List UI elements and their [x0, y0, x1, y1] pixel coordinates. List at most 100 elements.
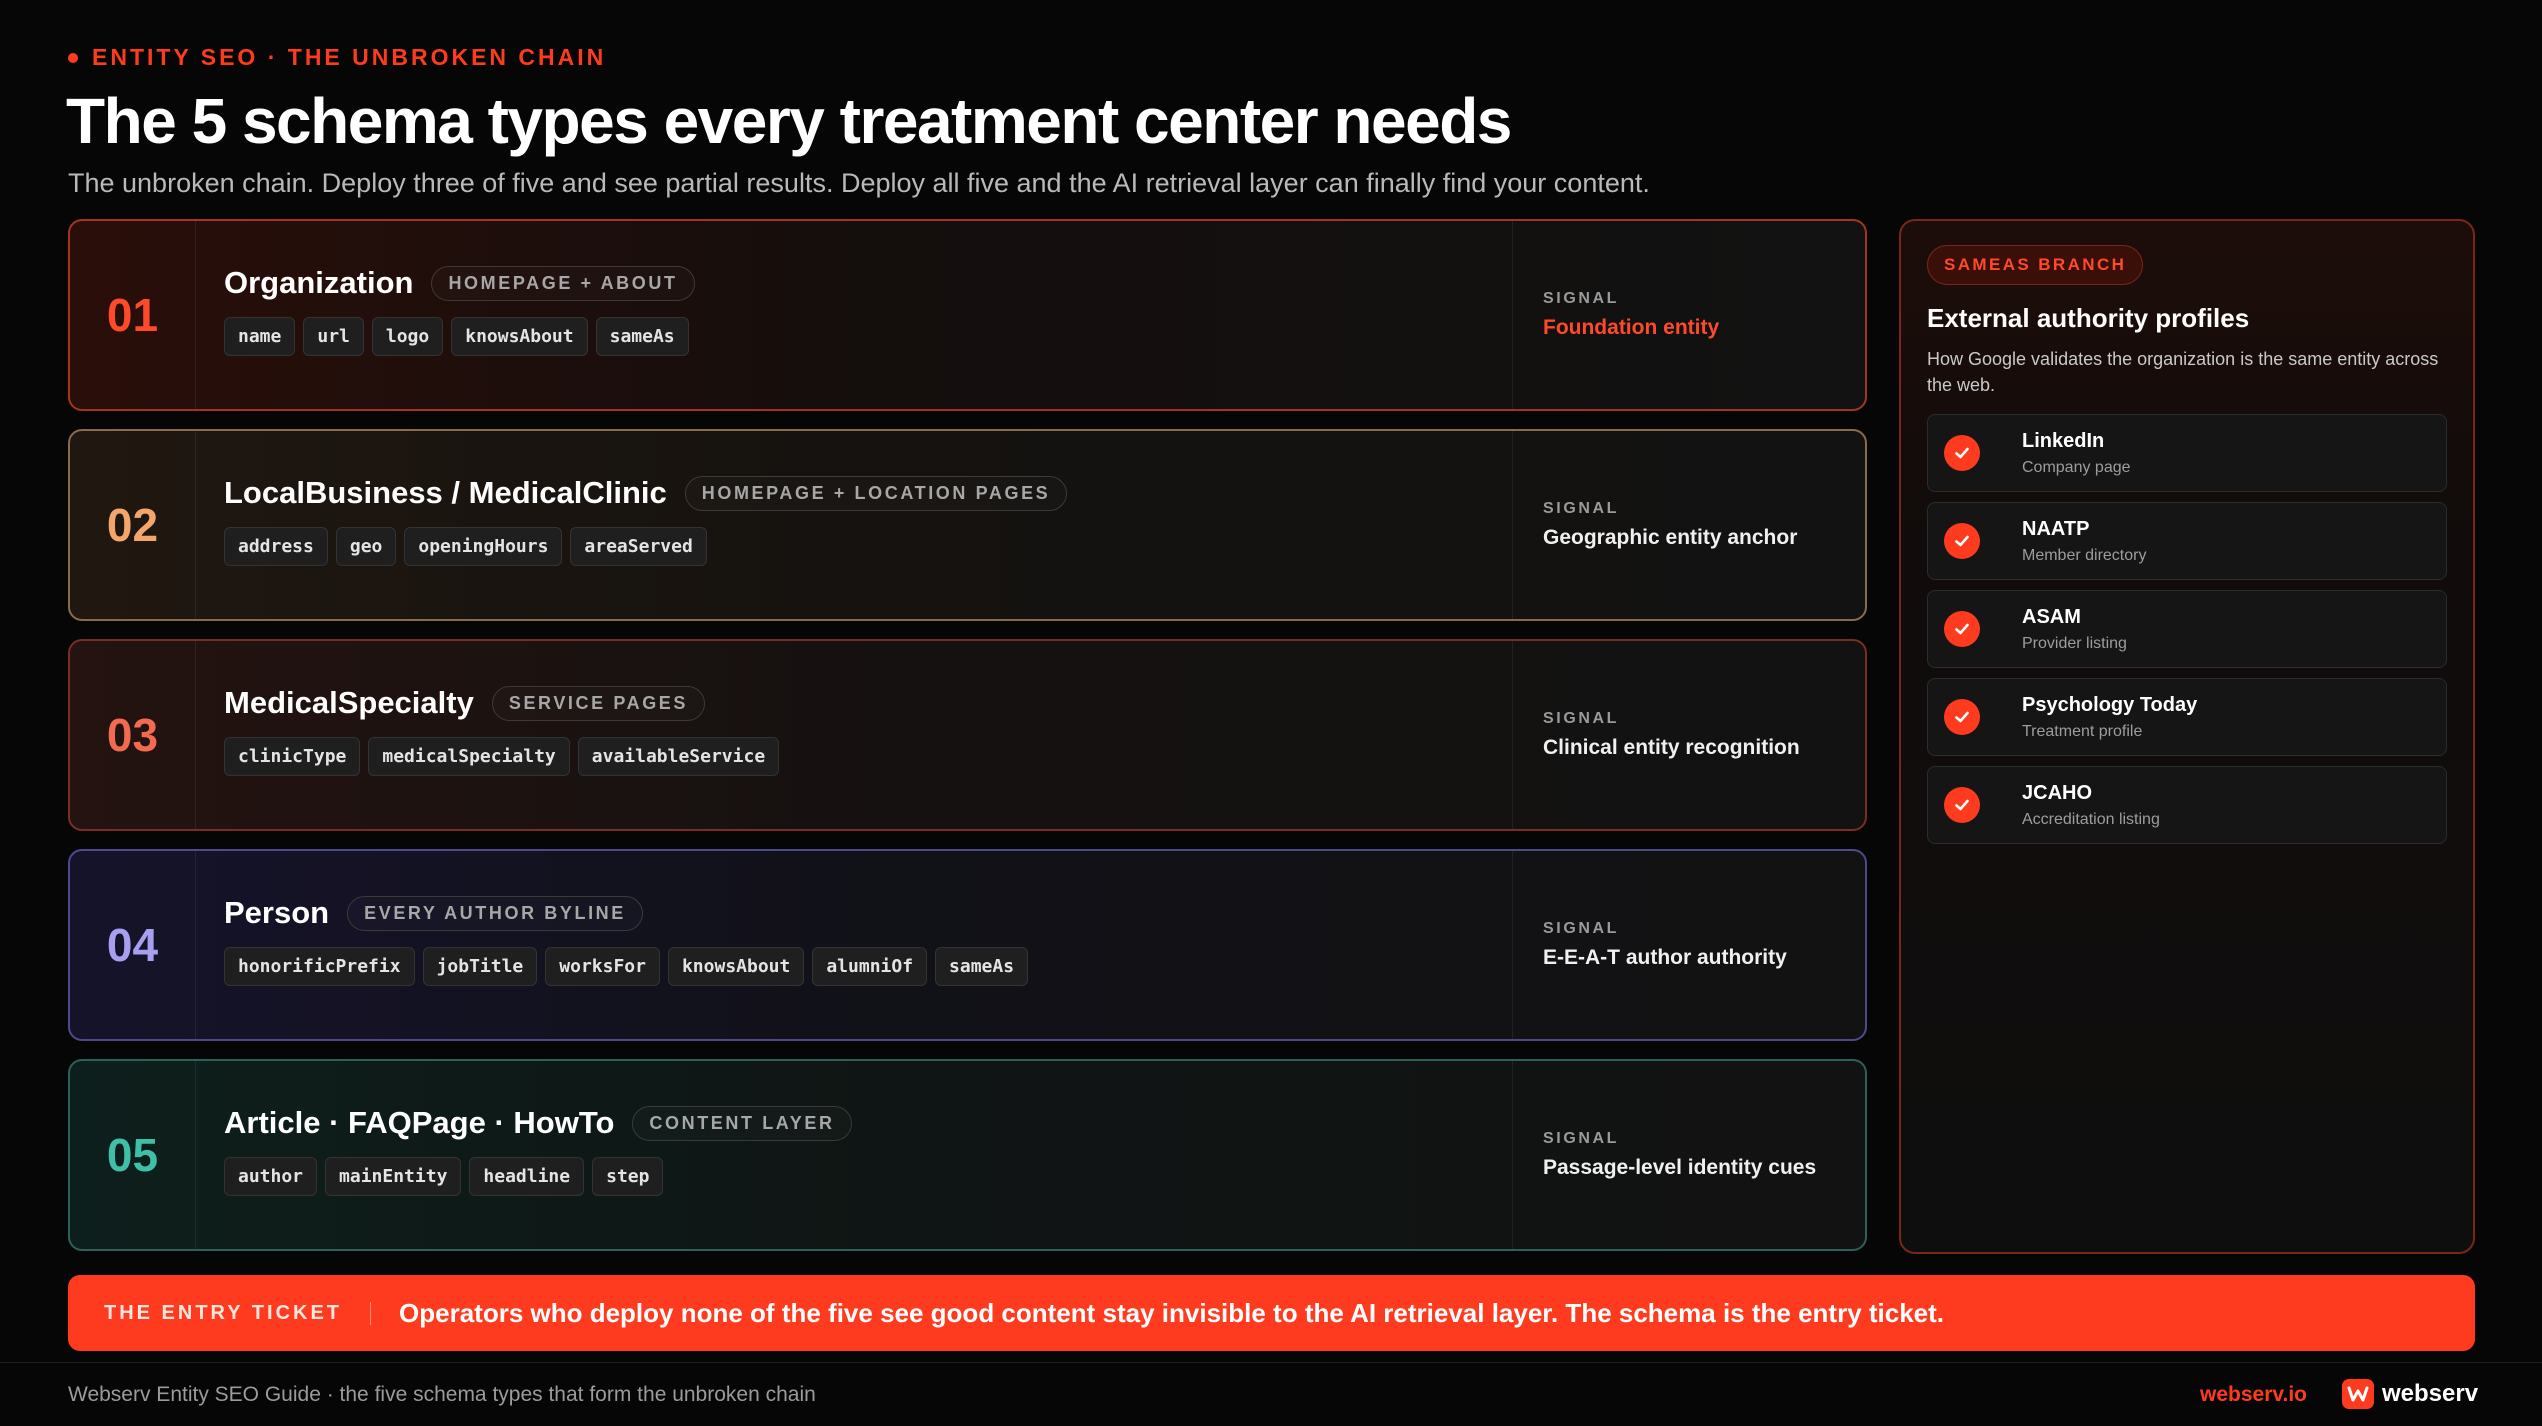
property-chip: worksFor: [545, 947, 660, 986]
property-chip: sameAs: [595, 317, 689, 356]
profile-subtitle: Accreditation listing: [2022, 810, 2160, 828]
profile-subtitle: Provider listing: [2022, 634, 2127, 652]
schema-name: LocalBusiness / MedicalClinic: [224, 475, 667, 510]
signal-label: SIGNAL: [1543, 710, 1620, 727]
signal-value: Geographic entity anchor: [1543, 526, 1798, 549]
signal-label: SIGNAL: [1543, 500, 1620, 517]
signal-block: SIGNAL Geographic entity anchor: [1513, 431, 1865, 619]
page-title: The 5 schema types every treatment cente…: [66, 85, 1512, 157]
profile-item-jcaho: JCAHO Accreditation listing: [1927, 766, 2447, 844]
panel-description: How Google validates the organization is…: [1927, 349, 2439, 395]
page-subtitle: The unbroken chain. Deploy three of five…: [68, 168, 1650, 198]
profile-subtitle: Company page: [2022, 458, 2131, 476]
property-chips: author mainEntity headline step: [224, 1157, 1512, 1196]
property-chip: mainEntity: [325, 1157, 462, 1196]
profile-title: NAATP: [2022, 517, 2090, 540]
eyebrow-dot-icon: [68, 52, 78, 63]
schema-list: 01 Organization HOMEPAGE + ABOUT name ur…: [68, 219, 1867, 1269]
property-chip: url: [303, 317, 364, 356]
row-number: 04: [70, 851, 196, 1039]
eyebrow-label: ENTITY SEO · THE UNBROKEN CHAIN: [92, 44, 607, 70]
ticket-label: THE ENTRY TICKET: [104, 1301, 372, 1325]
brand-logo: webserv: [2342, 1379, 2478, 1409]
row-number: 03: [70, 641, 196, 829]
signal-label: SIGNAL: [1543, 290, 1620, 307]
row-number: 02: [70, 431, 196, 619]
profile-item-psychology-today: Psychology Today Treatment profile: [1927, 678, 2447, 756]
footer: Webserv Entity SEO Guide · the five sche…: [0, 1362, 2542, 1426]
profile-text: ASAM Provider listing: [2022, 606, 2127, 653]
property-chip: honorificPrefix: [224, 947, 415, 986]
property-chip: jobTitle: [422, 947, 538, 986]
property-chip: areaServed: [570, 527, 707, 566]
row-body: Organization HOMEPAGE + ABOUT name url l…: [196, 221, 1513, 409]
panel-heading: External authority profiles: [1927, 303, 2250, 333]
schema-row-medicalspecialty: 03 MedicalSpecialty SERVICE PAGES clinic…: [68, 639, 1867, 831]
webserv-logo-icon: [2342, 1379, 2374, 1409]
property-chip: name: [224, 317, 296, 356]
property-chip: headline: [469, 1157, 585, 1196]
property-chip: step: [592, 1157, 664, 1196]
schema-name: MedicalSpecialty: [224, 685, 474, 720]
profile-text: Psychology Today Treatment profile: [2022, 694, 2197, 741]
profile-title: JCAHO: [2022, 781, 2093, 804]
property-chip: logo: [371, 317, 444, 356]
signal-block: SIGNAL Foundation entity: [1513, 221, 1865, 409]
schema-name: Organization: [224, 265, 414, 300]
schema-row-localbusiness: 02 LocalBusiness / MedicalClinic HOMEPAG…: [68, 429, 1867, 621]
ticket-message: Operators who deploy none of the five se…: [399, 1297, 1945, 1328]
profile-text: NAATP Member directory: [2022, 518, 2146, 565]
footer-caption: Webserv Entity SEO Guide · the five sche…: [68, 1383, 816, 1406]
property-chips: honorificPrefix jobTitle worksFor knowsA…: [224, 947, 1512, 986]
property-chip: sameAs: [935, 947, 1029, 986]
property-chip: openingHours: [404, 527, 563, 566]
signal-value: Passage-level identity cues: [1543, 1156, 1817, 1179]
row-head: LocalBusiness / MedicalClinic HOMEPAGE +…: [224, 475, 1512, 511]
row-body: Person EVERY AUTHOR BYLINE honorificPref…: [196, 851, 1513, 1039]
row-head: Person EVERY AUTHOR BYLINE: [224, 895, 1512, 931]
property-chip: clinicType: [224, 737, 361, 776]
placement-tag: CONTENT LAYER: [632, 1105, 852, 1141]
profile-item-naatp: NAATP Member directory: [1927, 502, 2447, 580]
schema-row-article: 05 Article · FAQPage · HowTo CONTENT LAY…: [68, 1059, 1867, 1251]
schema-row-person: 04 Person EVERY AUTHOR BYLINE honorificP…: [68, 849, 1867, 1041]
profile-subtitle: Treatment profile: [2022, 722, 2143, 740]
signal-value: Clinical entity recognition: [1543, 736, 1800, 759]
schema-name: Article · FAQPage · HowTo: [224, 1105, 615, 1140]
row-body: LocalBusiness / MedicalClinic HOMEPAGE +…: [196, 431, 1513, 619]
signal-value: E-E-A-T author authority: [1543, 946, 1787, 969]
row-head: Article · FAQPage · HowTo CONTENT LAYER: [224, 1105, 1512, 1141]
brand-name: webserv: [2382, 1380, 2479, 1407]
profile-item-asam: ASAM Provider listing: [1927, 590, 2447, 668]
profile-title: ASAM: [2022, 605, 2081, 628]
signal-label: SIGNAL: [1543, 1130, 1620, 1147]
row-head: Organization HOMEPAGE + ABOUT: [224, 265, 1512, 301]
profile-item-linkedin: LinkedIn Company page: [1927, 414, 2447, 492]
property-chip: medicalSpecialty: [368, 737, 570, 776]
row-number: 01: [70, 221, 196, 409]
sameas-pill: SAMEAS BRANCH: [1927, 245, 2144, 285]
row-head: MedicalSpecialty SERVICE PAGES: [224, 685, 1512, 721]
property-chip: author: [224, 1157, 318, 1196]
profile-list: LinkedIn Company page NAATP Member direc…: [1927, 414, 2447, 844]
profile-text: LinkedIn Company page: [2022, 430, 2131, 477]
property-chip: knowsAbout: [667, 947, 805, 986]
row-body: MedicalSpecialty SERVICE PAGES clinicTyp…: [196, 641, 1513, 829]
property-chip: availableService: [577, 737, 780, 776]
property-chip: geo: [335, 527, 397, 566]
property-chip: address: [224, 527, 328, 566]
check-icon: [1944, 787, 1980, 823]
signal-value: Foundation entity: [1543, 316, 1720, 339]
row-number: 05: [70, 1061, 196, 1249]
property-chip: alumniOf: [812, 947, 928, 986]
footer-url-link[interactable]: webserv.io: [2200, 1383, 2307, 1407]
profile-text: JCAHO Accreditation listing: [2022, 782, 2160, 829]
profile-subtitle: Member directory: [2022, 546, 2147, 564]
schema-name: Person: [224, 895, 330, 930]
profile-title: LinkedIn: [2022, 429, 2105, 452]
schema-row-organization: 01 Organization HOMEPAGE + ABOUT name ur…: [68, 219, 1867, 411]
check-icon: [1944, 435, 1980, 471]
placement-tag: SERVICE PAGES: [491, 685, 706, 721]
signal-block: SIGNAL Passage-level identity cues: [1513, 1061, 1865, 1249]
placement-tag: HOMEPAGE + LOCATION PAGES: [684, 475, 1068, 511]
